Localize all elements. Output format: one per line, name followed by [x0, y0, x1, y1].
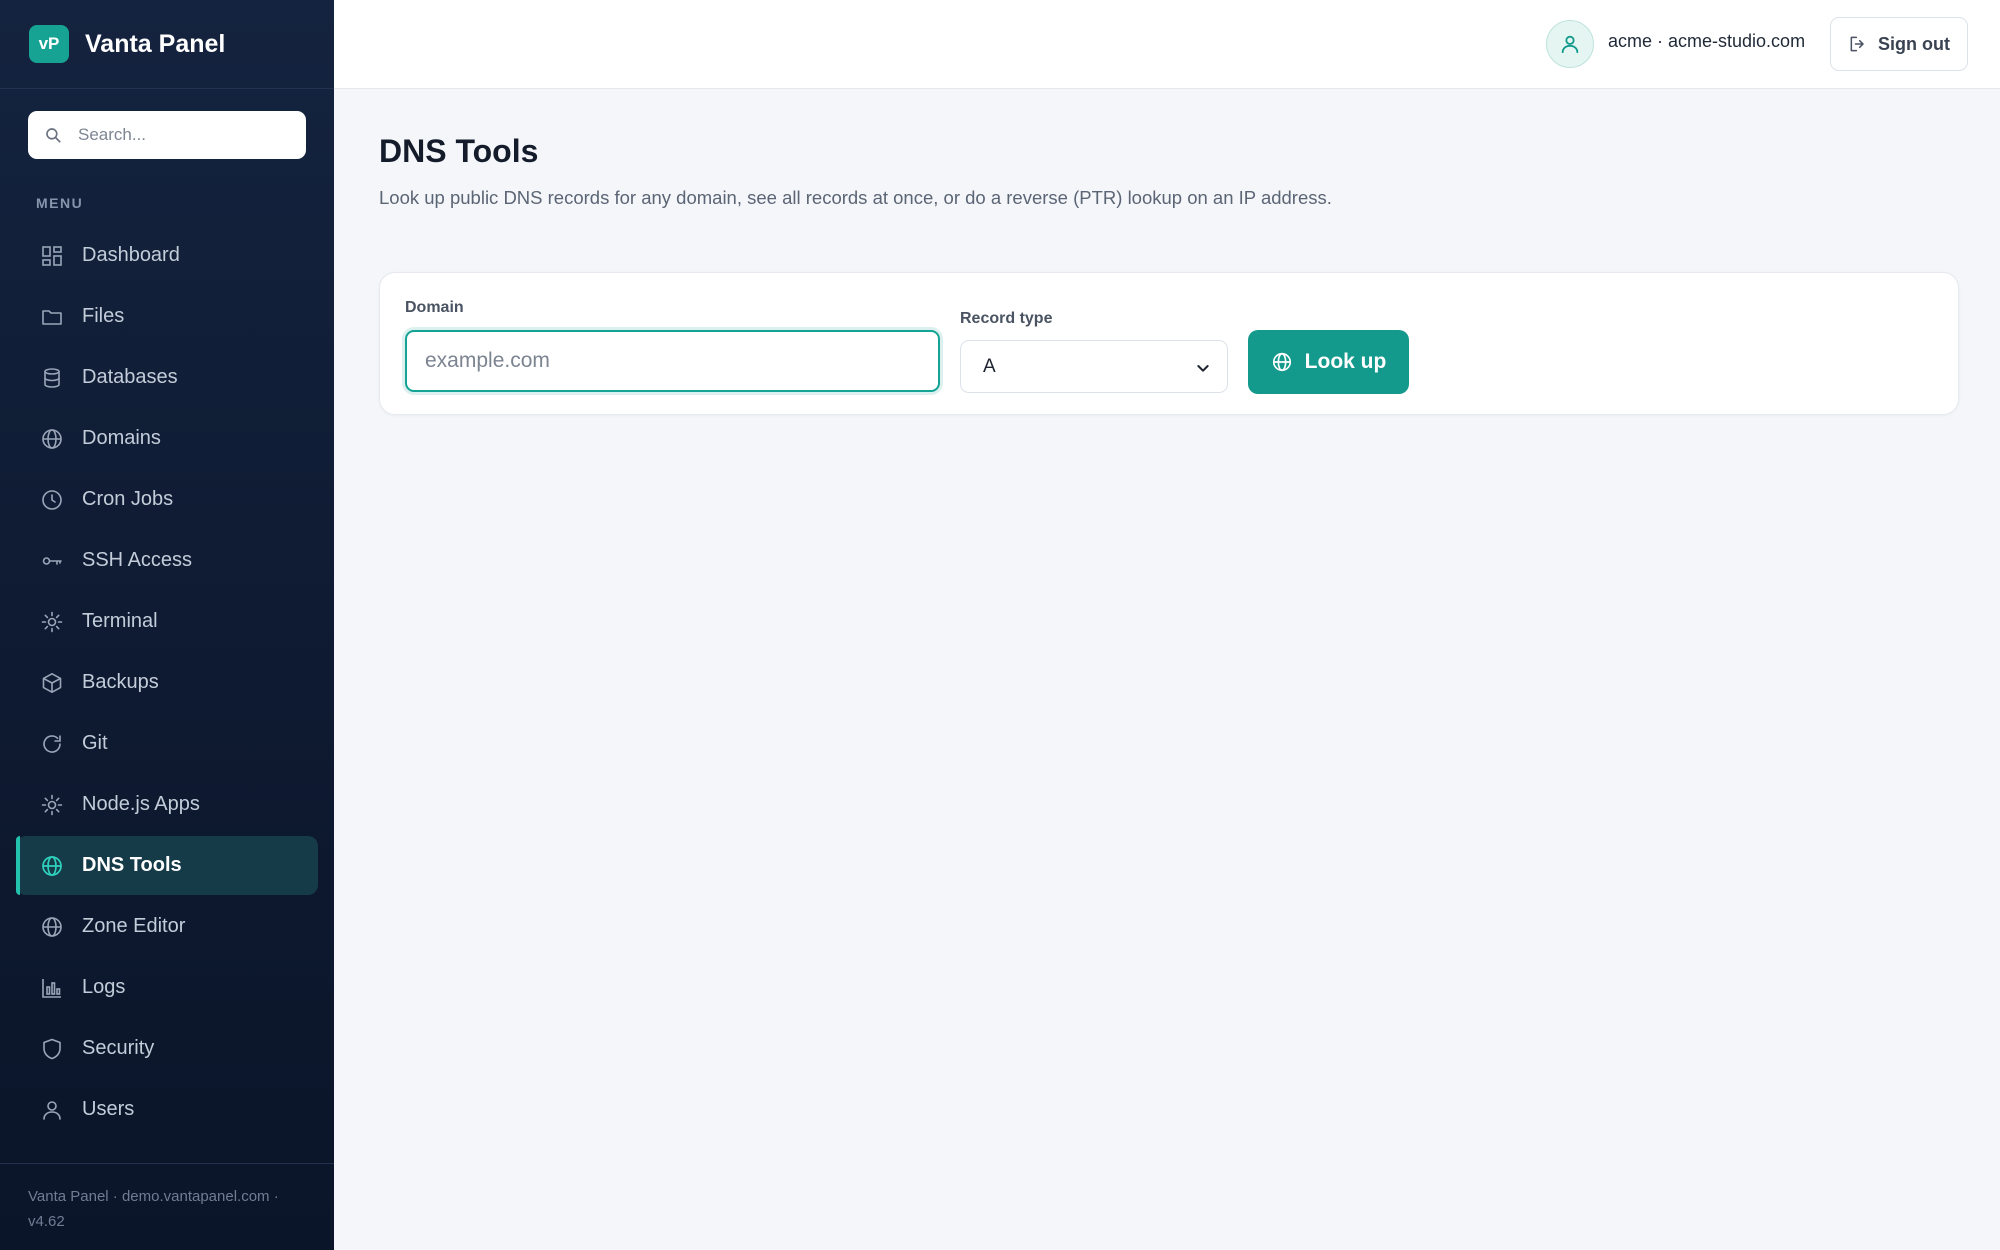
sidebar-item-dns-tools[interactable]: DNS Tools	[16, 836, 318, 895]
globe-icon	[40, 915, 64, 939]
sidebar-item-dashboard[interactable]: Dashboard	[16, 226, 318, 285]
grid-icon	[40, 244, 64, 268]
folder-icon	[40, 305, 64, 329]
refresh-icon	[40, 732, 64, 756]
sign-out-label: Sign out	[1878, 33, 1950, 54]
bar-chart-icon	[40, 976, 64, 1000]
sidebar: vP Vanta Panel MENU Dashboard Files Data…	[0, 0, 334, 1250]
account-label: acme · acme-studio.com	[1608, 31, 1806, 51]
sidebar-item-label: Security	[82, 1037, 155, 1059]
sidebar-item-label: Node.js Apps	[82, 793, 200, 815]
sidebar-item-label: Databases	[82, 366, 178, 388]
look-up-label: Look up	[1304, 350, 1387, 373]
sidebar-footer: Vanta Panel · demo.vantapanel.com · v4.6…	[0, 1163, 334, 1250]
sidebar-item-label: Dashboard	[82, 244, 180, 266]
sidebar-item-databases[interactable]: Databases	[16, 348, 318, 407]
sidebar-item-cron-jobs[interactable]: Cron Jobs	[16, 470, 318, 529]
sidebar-item-domains[interactable]: Domains	[16, 409, 318, 468]
sun-icon	[40, 793, 64, 817]
user-icon	[40, 1098, 64, 1122]
box-icon	[40, 671, 64, 695]
menu-label: MENU	[36, 195, 84, 211]
sidebar-item-label: Cron Jobs	[82, 488, 174, 510]
sidebar-item-git[interactable]: Git	[16, 714, 318, 773]
sidebar-item-label: Files	[82, 305, 125, 327]
sidebar-item-security[interactable]: Security	[16, 1019, 318, 1078]
sidebar-nav: Dashboard Files Databases Domains Cron J…	[16, 226, 318, 1141]
sidebar-item-nodejs-apps[interactable]: Node.js Apps	[16, 775, 318, 834]
logout-icon	[1850, 36, 1864, 52]
sidebar-item-zone-editor[interactable]: Zone Editor	[16, 897, 318, 956]
globe-icon	[40, 427, 64, 451]
sidebar-search[interactable]	[28, 111, 306, 159]
search-icon	[46, 128, 61, 143]
dns-lookup-card: Domain Record type A Look up	[379, 272, 1959, 415]
topbar: acme · acme-studio.com Sign out	[334, 0, 2000, 89]
sidebar-item-label: DNS Tools	[82, 854, 182, 876]
page-title: DNS Tools	[379, 133, 539, 169]
look-up-button[interactable]: Look up	[1248, 330, 1409, 394]
avatar[interactable]	[1546, 20, 1594, 68]
sun-icon	[40, 610, 64, 634]
sidebar-item-label: Backups	[82, 671, 159, 693]
sidebar-item-ssh-access[interactable]: SSH Access	[16, 531, 318, 590]
brand-name: Vanta Panel	[85, 29, 226, 58]
sidebar-item-terminal[interactable]: Terminal	[16, 592, 318, 651]
user-icon	[1561, 35, 1579, 54]
sidebar-item-label: Zone Editor	[82, 915, 186, 937]
record-type-label: Record type	[960, 310, 1053, 327]
chevron-down-icon	[1197, 365, 1209, 372]
sidebar-item-label: SSH Access	[82, 549, 193, 571]
brand[interactable]: vP Vanta Panel	[0, 0, 334, 89]
page-description: Look up public DNS records for any domai…	[379, 187, 1332, 208]
sidebar-item-files[interactable]: Files	[16, 287, 318, 346]
sidebar-item-label: Users	[82, 1098, 135, 1120]
shield-icon	[40, 1037, 64, 1061]
record-type-select[interactable]: A	[960, 340, 1228, 393]
search-input[interactable]	[78, 125, 278, 145]
globe-icon	[1272, 352, 1291, 372]
sidebar-item-backups[interactable]: Backups	[16, 653, 318, 712]
sidebar-item-users[interactable]: Users	[16, 1080, 318, 1139]
record-type-value: A	[983, 355, 996, 377]
brand-logo: vP	[29, 25, 69, 63]
sign-out-button[interactable]: Sign out	[1830, 17, 1968, 71]
globe-icon	[40, 854, 64, 878]
sidebar-item-label: Terminal	[82, 610, 158, 632]
clock-icon	[40, 488, 64, 512]
sidebar-item-label: Logs	[82, 976, 126, 998]
domain-label: Domain	[405, 299, 464, 316]
sidebar-item-label: Git	[82, 732, 108, 754]
domain-input[interactable]	[405, 330, 940, 392]
sidebar-item-logs[interactable]: Logs	[16, 958, 318, 1017]
database-icon	[40, 366, 64, 390]
sidebar-item-label: Domains	[82, 427, 161, 449]
key-icon	[40, 549, 64, 573]
